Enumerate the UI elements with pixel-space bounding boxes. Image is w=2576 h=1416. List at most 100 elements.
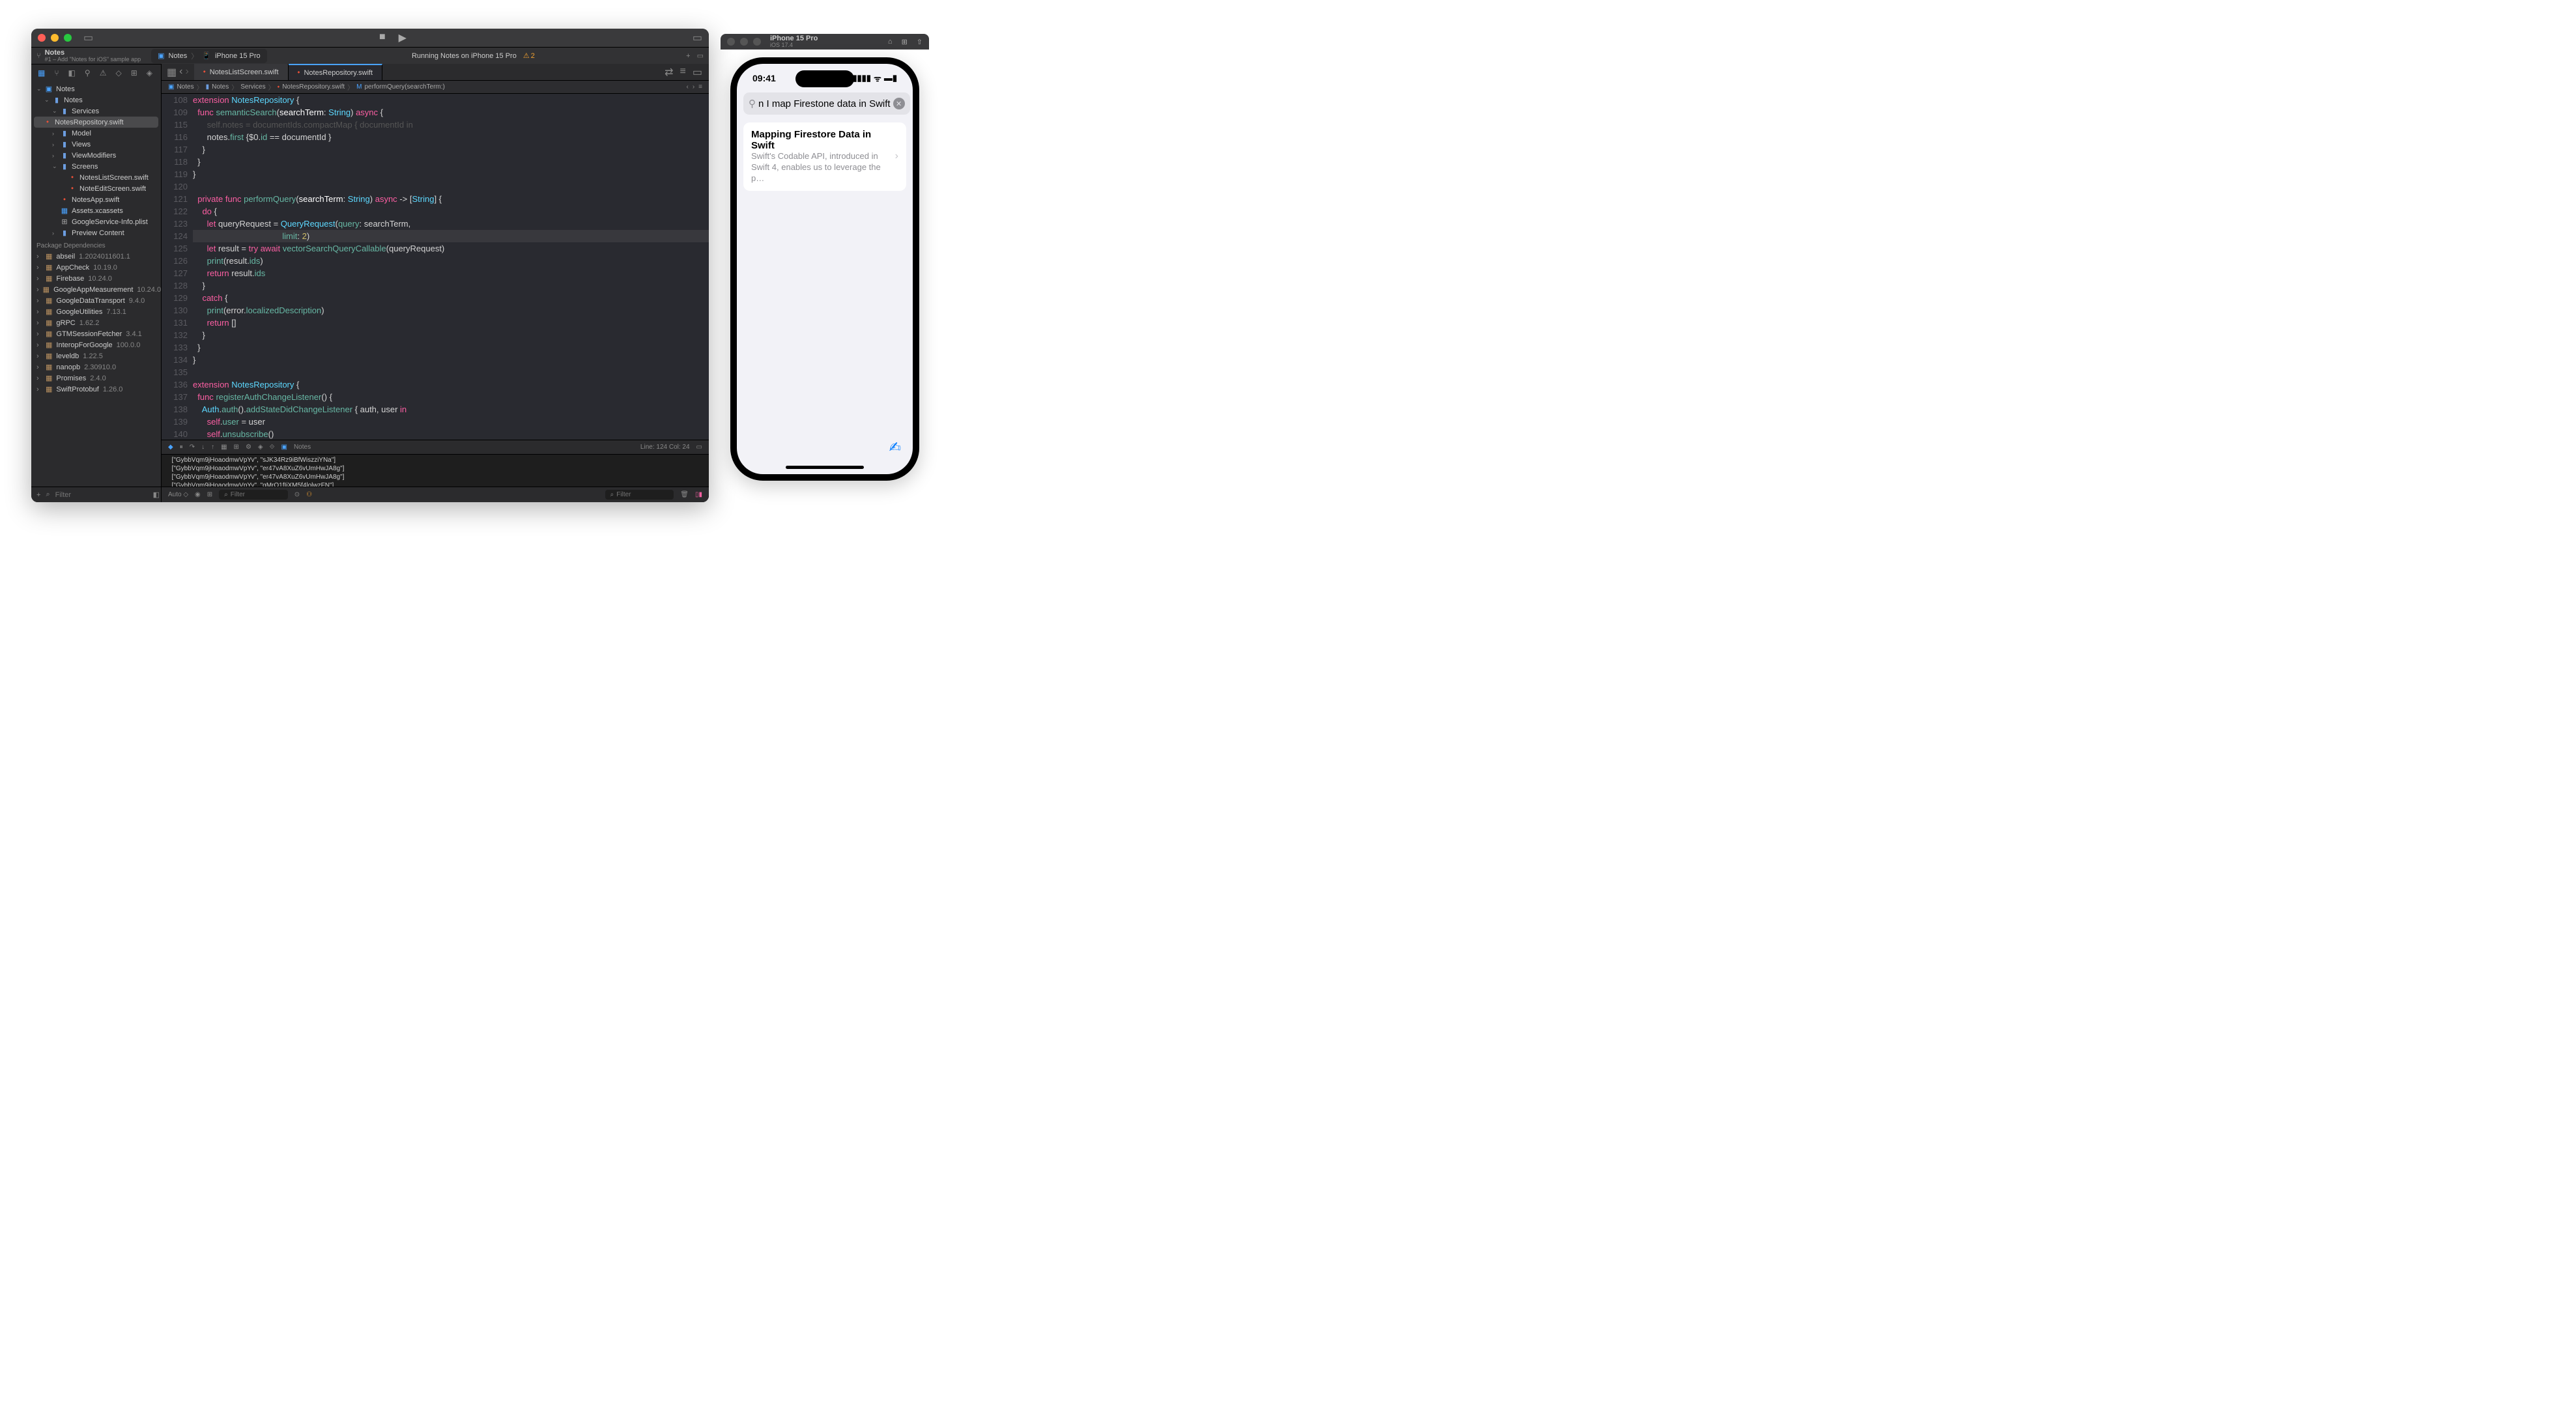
eye-icon[interactable]: ◉ — [195, 491, 201, 498]
code-editor[interactable]: 1081091151161171181191201211221231241251… — [162, 94, 709, 440]
tab-noteslistscreen[interactable]: ⬩ NotesListScreen.swift — [194, 64, 289, 80]
tree-file-noteeditscreen[interactable]: ⬩NoteEditScreen.swift — [31, 183, 161, 194]
editor-options-icon[interactable]: ≡ — [680, 66, 686, 79]
debug-console[interactable]: ["GybbVqm9jHoaodmwVpYv", "sJK34Rz9iBfWis… — [162, 454, 709, 487]
find-navigator-icon[interactable]: ⚲ — [85, 68, 91, 78]
run-button-icon[interactable]: ▶ — [399, 31, 407, 44]
tree-folder-viewmodifiers[interactable]: ›▮ViewModifiers — [31, 150, 161, 161]
tree-file-googleservice[interactable]: ⊞GoogleService-Info.plist — [31, 216, 161, 227]
clear-search-icon[interactable]: ✕ — [893, 98, 905, 109]
package-item[interactable]: ›▦GoogleDataTransport 9.4.0 — [31, 295, 161, 306]
add-tab-icon[interactable]: + — [680, 52, 696, 60]
sidebar-filter-input[interactable] — [55, 491, 148, 499]
sim-close-button[interactable] — [727, 38, 735, 46]
toggle-inspector-icon[interactable]: ▭ — [697, 51, 704, 60]
tree-root[interactable]: ⌄▣Notes — [31, 83, 161, 94]
code-content[interactable]: extension NotesRepository { func semanti… — [193, 94, 709, 440]
tree-folder-screens[interactable]: ⌄▮Screens — [31, 161, 161, 172]
tree-file-assets[interactable]: ▦Assets.xcassets — [31, 205, 161, 216]
editor-mode-icon[interactable]: ⇄ — [665, 66, 673, 79]
tab-notesrepository[interactable]: ⬩ NotesRepository.swift — [289, 64, 383, 80]
package-item[interactable]: ›▦nanopb 2.30910.0 — [31, 361, 161, 373]
debug-navigator-icon[interactable]: ⊞ — [131, 68, 137, 78]
jumpbar-list-icon[interactable]: ≡ — [698, 83, 702, 91]
iphone-screen[interactable]: 09:41 ▮▮▮▮ ᯤ ▬▮ ⚲ n I map Firestone data… — [737, 64, 913, 474]
share-icon[interactable]: ⇧ — [917, 38, 923, 46]
issue-navigator-icon[interactable]: ⚠ — [100, 68, 107, 78]
package-item[interactable]: ›▦AppCheck 10.19.0 — [31, 262, 161, 273]
home-icon[interactable]: ⌂ — [888, 38, 893, 46]
jumpbar-next-icon[interactable]: › — [693, 83, 694, 91]
step-over-icon[interactable]: ↷ — [190, 444, 195, 451]
add-file-icon[interactable]: + — [36, 491, 40, 499]
trash-icon[interactable]: 🗑 — [680, 491, 689, 498]
minimap-toggle-icon[interactable]: ▭ — [696, 444, 702, 451]
variables-filter-input[interactable] — [231, 491, 283, 498]
debug-memory-icon[interactable]: ⊞ — [234, 444, 239, 451]
add-editor-icon[interactable]: ▭ — [693, 66, 702, 79]
toggle-navigator-icon[interactable]: ▭ — [83, 31, 93, 44]
tree-folder-preview[interactable]: ›▮Preview Content — [31, 227, 161, 238]
close-window-button[interactable] — [38, 34, 46, 42]
package-item[interactable]: ›▦GTMSessionFetcher 3.4.1 — [31, 328, 161, 339]
screenshot-icon[interactable]: ⊞ — [902, 38, 908, 46]
package-item[interactable]: ›▦Promises 2.4.0 — [31, 373, 161, 384]
tree-folder-views[interactable]: ›▮Views — [31, 139, 161, 150]
console-filter-input[interactable] — [616, 491, 668, 498]
package-item[interactable]: ›▦leveldb 1.22.5 — [31, 350, 161, 361]
step-into-icon[interactable]: ↓ — [201, 444, 205, 451]
recent-icon[interactable]: ◧ — [153, 490, 160, 499]
debug-sim-icon[interactable]: ⟐ — [270, 444, 275, 451]
sim-zoom-button[interactable] — [753, 38, 761, 46]
tree-folder-notes[interactable]: ⌄▮Notes — [31, 94, 161, 106]
package-item[interactable]: ›▦Firebase 10.24.0 — [31, 273, 161, 284]
warning-badge[interactable]: ⚠ 2 — [523, 51, 535, 60]
tree-file-notesapp[interactable]: ⬩NotesApp.swift — [31, 194, 161, 205]
debug-location-icon[interactable]: ◈ — [258, 444, 263, 451]
tree-file-noteslistscreen[interactable]: ⬩NotesListScreen.swift — [31, 172, 161, 183]
test-navigator-icon[interactable]: ◇ — [115, 68, 121, 78]
scheme-info[interactable]: Notes #1 – Add "Notes for iOS" sample ap… — [45, 49, 141, 63]
source-control-navigator-icon[interactable]: ⑂ — [54, 68, 59, 78]
tree-file-notes-repository[interactable]: ⬩NotesRepository.swift — [34, 117, 158, 128]
variables-filter[interactable]: ⌕ — [219, 490, 288, 500]
search-result-item[interactable]: Mapping Firestore Data in Swift Swift's … — [743, 122, 906, 191]
compose-button-icon[interactable]: ✍︎ — [889, 439, 901, 456]
tree-folder-model[interactable]: ›▮Model — [31, 128, 161, 139]
debug-scheme-label[interactable]: Notes — [294, 444, 311, 451]
stop-button-icon[interactable]: ■ — [379, 31, 386, 44]
bookmark-navigator-icon[interactable]: ◧ — [68, 68, 76, 78]
console-user-icon[interactable]: ⚇ — [306, 491, 312, 498]
jump-bar[interactable]: ▣ Notes〉 ▮ Notes〉 Services〉 ⬩ NotesRepos… — [162, 81, 709, 94]
minimize-window-button[interactable] — [51, 34, 59, 42]
auto-variables-label[interactable]: Auto ◇ — [168, 491, 188, 498]
package-item[interactable]: ›▦SwiftProtobuf 1.26.0 — [31, 384, 161, 395]
home-indicator[interactable] — [786, 466, 864, 469]
debug-view-icon[interactable]: ▦ — [221, 444, 227, 451]
nav-back-icon[interactable]: ‹ — [179, 66, 182, 79]
zoom-window-button[interactable] — [64, 34, 72, 42]
package-item[interactable]: ›▦abseil 1.2024011601.1 — [31, 251, 161, 262]
console-split-icon[interactable]: ▯▮ — [695, 491, 702, 498]
quicklook-icon[interactable]: ⊞ — [207, 491, 212, 498]
breakpoint-toggle-icon[interactable]: ◆ — [168, 444, 173, 451]
search-field[interactable]: ⚲ n I map Firestone data in Swift ✕ — [743, 92, 910, 115]
breakpoint-navigator-icon[interactable]: ◈ — [147, 68, 152, 78]
package-item[interactable]: ›▦GoogleUtilities 7.13.1 — [31, 306, 161, 317]
nav-forward-icon[interactable]: › — [185, 66, 188, 79]
titlebar-right-icon[interactable]: ▭ — [693, 31, 702, 44]
step-out-icon[interactable]: ↑ — [211, 444, 214, 451]
tree-folder-services[interactable]: ⌄▮Services — [31, 106, 161, 117]
jumpbar-prev-icon[interactable]: ‹ — [686, 83, 688, 91]
scheme-target[interactable]: ▣ Notes 〉 📱 iPhone 15 Pro — [151, 49, 267, 63]
sim-minimize-button[interactable] — [740, 38, 748, 46]
console-meta-icon[interactable]: ⊙ — [294, 491, 300, 498]
package-item[interactable]: ›▦InteropForGoogle 100.0.0 — [31, 339, 161, 350]
related-items-icon[interactable]: ▦ — [167, 66, 177, 79]
console-filter[interactable]: ⌕ — [605, 490, 674, 500]
package-item[interactable]: ›▦GoogleAppMeasurement 10.24.0 — [31, 284, 161, 295]
continue-icon[interactable]: ⏸ — [180, 444, 183, 451]
package-item[interactable]: ›▦gRPC 1.62.2 — [31, 317, 161, 328]
project-navigator-icon[interactable]: ▦ — [38, 68, 45, 78]
debug-env-icon[interactable]: ⚙ — [246, 444, 251, 451]
